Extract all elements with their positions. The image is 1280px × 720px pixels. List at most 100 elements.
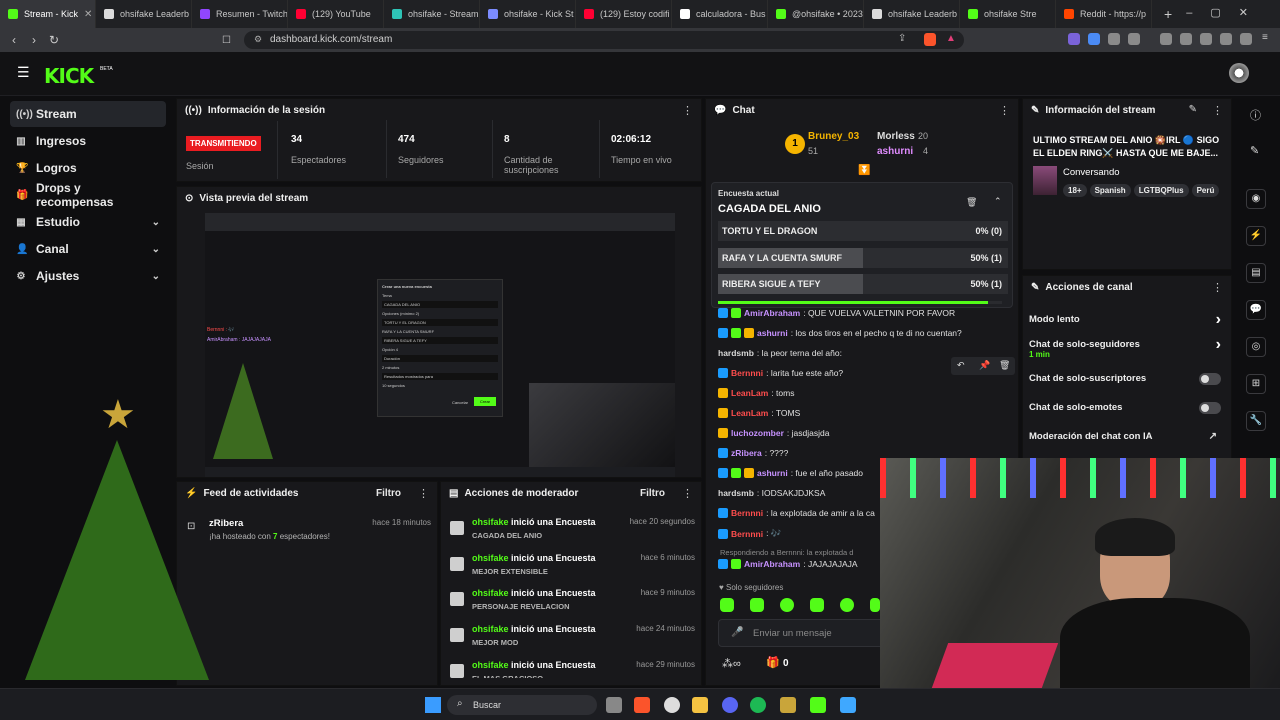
chat-username[interactable]: luchozomber xyxy=(731,428,784,438)
windows-start-icon[interactable] xyxy=(425,697,441,713)
notes-icon[interactable] xyxy=(840,697,856,713)
extension-icon[interactable] xyxy=(1068,33,1080,45)
leader-name[interactable]: ashurni xyxy=(877,146,913,157)
browser-tab[interactable]: ohsifake Leaderb xyxy=(864,0,960,28)
chevron-down-icon[interactable]: ⌄ xyxy=(152,217,160,228)
taskbar-search[interactable]: Buscar xyxy=(447,695,597,715)
chat-icon[interactable]: 💬 xyxy=(1246,300,1266,320)
browser-tab[interactable]: Stream - Kick ✕ xyxy=(0,0,96,28)
sidebar-item-drops[interactable]: 🎁 Drops y recompensas xyxy=(10,181,166,209)
emote-icon[interactable] xyxy=(750,598,764,612)
extension-icon[interactable] xyxy=(1088,33,1100,45)
emote-icon[interactable] xyxy=(840,598,854,612)
extension-icon[interactable] xyxy=(1180,33,1192,45)
category-name[interactable]: Conversando xyxy=(1063,167,1120,178)
sidebar-item-stream[interactable]: ((•)) Stream xyxy=(10,101,166,127)
chrome-icon[interactable] xyxy=(664,697,680,713)
chat-username[interactable]: hardsmb xyxy=(718,488,754,498)
delete-icon[interactable]: 🗑 xyxy=(999,360,1010,371)
extension-icon[interactable] xyxy=(1160,33,1172,45)
extension-icon[interactable] xyxy=(1200,33,1212,45)
browser-tab[interactable]: @ohsifake • 2023 xyxy=(768,0,864,28)
chat-username[interactable]: Bernnni xyxy=(731,368,763,378)
activity-user[interactable]: zRibera xyxy=(209,518,243,529)
chat-username[interactable]: Bernnni xyxy=(731,529,763,539)
chevron-down-icon[interactable]: ⌄ xyxy=(152,244,160,255)
chat-username[interactable]: LeanLam xyxy=(731,408,768,418)
leader-name[interactable]: Bruney_03 xyxy=(808,131,859,142)
sidebar-item-estudio[interactable]: ▦ Estudio ⌄ xyxy=(10,209,166,235)
pin-icon[interactable]: 📌 xyxy=(979,360,990,371)
brave-shield-icon[interactable] xyxy=(924,33,936,46)
hamburger-icon[interactable]: ☰ xyxy=(17,64,30,81)
extension-icon[interactable] xyxy=(1128,33,1140,45)
close-tab-icon[interactable]: ✕ xyxy=(84,9,92,20)
chevron-right-icon[interactable]: › xyxy=(1216,336,1221,354)
browser-tab[interactable]: (129) YouTube xyxy=(288,0,384,28)
mod-icon[interactable]: ⊞ xyxy=(1246,374,1266,394)
sidebar-item-ingresos[interactable]: ▥ Ingresos xyxy=(10,128,166,154)
channel-action-row[interactable]: Modo lento › xyxy=(1029,311,1225,336)
browser-tab[interactable]: ohsifake Leaderb xyxy=(96,0,192,28)
folder-icon[interactable] xyxy=(692,697,708,713)
chat-username[interactable]: LeanLam xyxy=(731,388,768,398)
chevron-down-icon[interactable]: ⌄ xyxy=(152,271,160,282)
category-thumbnail[interactable] xyxy=(1033,166,1057,195)
reply-icon[interactable]: ↶ xyxy=(957,360,965,371)
scroll-down-icon[interactable]: ⏬ xyxy=(858,165,870,176)
channel-action-row[interactable]: Chat de solo-emotes xyxy=(1029,402,1225,424)
extension-icon[interactable] xyxy=(1240,33,1252,45)
gift-icon[interactable]: 🎁 xyxy=(766,656,780,669)
brave-rewards-icon[interactable]: ▲ xyxy=(946,33,956,44)
browser-tab[interactable]: (129) Estoy codifi xyxy=(576,0,672,28)
new-tab-button[interactable]: + xyxy=(1164,6,1172,22)
document-icon[interactable]: ▤ xyxy=(1246,263,1266,283)
kick-logo[interactable]: KICK xyxy=(44,64,94,88)
trash-icon[interactable]: 🗑 xyxy=(966,197,977,208)
extension-icon[interactable] xyxy=(1220,33,1232,45)
camera-icon[interactable]: ◉ xyxy=(1246,189,1266,209)
more-options-icon[interactable]: ⋮ xyxy=(999,104,1010,117)
broadcast-icon[interactable]: ◎ xyxy=(1246,337,1266,357)
address-bar[interactable]: dashboard.kick.com/stream xyxy=(244,31,964,49)
browser-tab[interactable]: Reddit - https://p xyxy=(1056,0,1152,28)
back-icon[interactable]: ‹ xyxy=(4,33,24,47)
filter-button[interactable]: Filtro xyxy=(376,488,401,499)
chat-username[interactable]: ashurni xyxy=(757,328,788,338)
settings-icon[interactable]: ⁂∞ xyxy=(722,657,741,670)
emote-icon[interactable] xyxy=(870,598,880,612)
browser-tab[interactable]: ohsifake - Stream xyxy=(384,0,480,28)
kick-icon[interactable] xyxy=(810,697,826,713)
channel-action-row[interactable]: Chat de solo-suscriptores xyxy=(1029,373,1225,395)
tag-pill[interactable]: 18+ xyxy=(1063,184,1087,197)
menu-icon[interactable]: ≡ xyxy=(1262,32,1268,43)
chat-username[interactable]: ashurni xyxy=(757,468,788,478)
emote-icon[interactable] xyxy=(780,598,794,612)
brave-icon[interactable] xyxy=(634,697,650,713)
spotify-icon[interactable] xyxy=(750,697,766,713)
toggle-switch[interactable] xyxy=(1199,402,1221,414)
window-controls[interactable]: –▢✕ xyxy=(1186,6,1266,19)
reload-icon[interactable]: ↻ xyxy=(44,33,64,47)
channel-action-row[interactable]: Moderación del chat con IA ↗ xyxy=(1029,431,1225,453)
chat-username[interactable]: AmirAbraham xyxy=(744,559,800,569)
stream-video[interactable]: Crear una nueva encuesta Tema CAGADA DEL … xyxy=(205,213,675,477)
more-options-icon[interactable]: ⋮ xyxy=(682,104,693,117)
bookmark-icon[interactable]: ☐ xyxy=(222,35,231,46)
browser-tab[interactable]: ohsifake Stre xyxy=(960,0,1056,28)
toggle-switch[interactable] xyxy=(1199,373,1221,385)
more-options-icon[interactable]: ⋮ xyxy=(418,487,429,500)
edit-icon[interactable]: ✎ xyxy=(1189,104,1197,115)
tag-pill[interactable]: Spanish xyxy=(1089,184,1131,197)
microphone-icon[interactable]: 🎤 xyxy=(731,627,743,638)
wrench-icon[interactable]: 🔧 xyxy=(1246,411,1266,431)
emote-icon[interactable] xyxy=(720,598,734,612)
sidebar-item-canal[interactable]: 👤 Canal ⌄ xyxy=(10,236,166,262)
app-icon[interactable] xyxy=(780,697,796,713)
site-info-icon[interactable]: ⚙ xyxy=(254,34,262,45)
sidebar-item-logros[interactable]: 🏆 Logros xyxy=(10,155,166,181)
external-link-icon[interactable]: ↗ xyxy=(1209,431,1217,442)
chat-username[interactable]: Bernnni xyxy=(731,508,763,518)
bolt-icon[interactable]: ⚡ xyxy=(1246,226,1266,246)
browser-tab[interactable]: Resumen - Twitch xyxy=(192,0,288,28)
